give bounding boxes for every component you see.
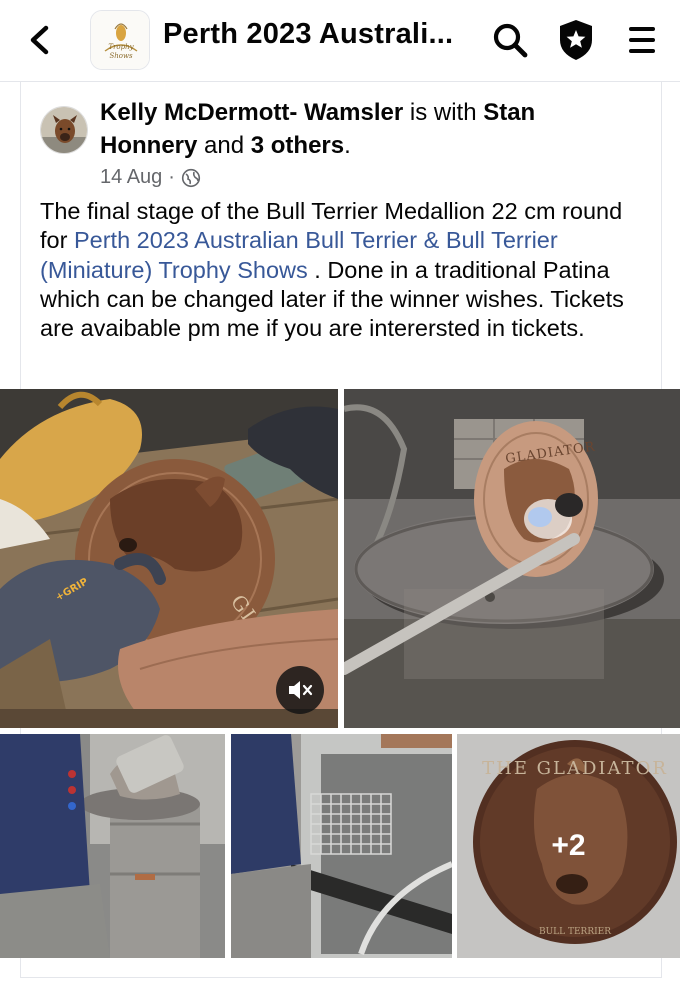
photo-3[interactable] (0, 734, 225, 958)
shield-star-icon (560, 20, 592, 60)
photo-2[interactable]: GLADIATOR (344, 389, 680, 728)
top-bar: Trophy Shows Perth 2023 Australi... (0, 0, 680, 82)
svg-text:Trophy: Trophy (108, 43, 134, 51)
author-name[interactable]: Kelly McDermott- Wamsler (100, 99, 403, 126)
and-text: and (197, 132, 251, 159)
chevron-left-icon (30, 25, 49, 55)
menu-button[interactable] (622, 22, 662, 58)
mute-button[interactable] (276, 666, 324, 714)
meta-separator: · (168, 166, 175, 188)
group-logo[interactable]: Trophy Shows (90, 10, 150, 70)
post-meta: 14 Aug · (100, 166, 201, 189)
admin-tools-button[interactable] (556, 18, 596, 62)
post-text: The final stage of the Bull Terrier Meda… (40, 197, 640, 343)
group-title[interactable]: Perth 2023 Australi... (163, 18, 463, 51)
author-avatar[interactable] (40, 106, 88, 154)
more-photos-count: +2 (551, 829, 586, 862)
tagged-others[interactable]: 3 others (251, 132, 344, 159)
hamburger-menu-icon (629, 27, 655, 53)
post-author-line: Kelly McDermott- Wamsler is with Stan Ho… (100, 96, 620, 162)
post-date[interactable]: 14 Aug (100, 166, 162, 189)
photo-4[interactable] (231, 734, 452, 958)
globe-icon (181, 168, 201, 187)
with-text: is with (403, 99, 484, 126)
search-button[interactable] (490, 20, 530, 60)
search-icon (493, 23, 528, 58)
period: . (344, 132, 351, 159)
svg-text:Shows: Shows (109, 52, 133, 60)
back-button[interactable] (22, 20, 58, 60)
speaker-muted-icon (289, 681, 313, 699)
more-photos-overlay[interactable]: +2 (457, 734, 680, 958)
